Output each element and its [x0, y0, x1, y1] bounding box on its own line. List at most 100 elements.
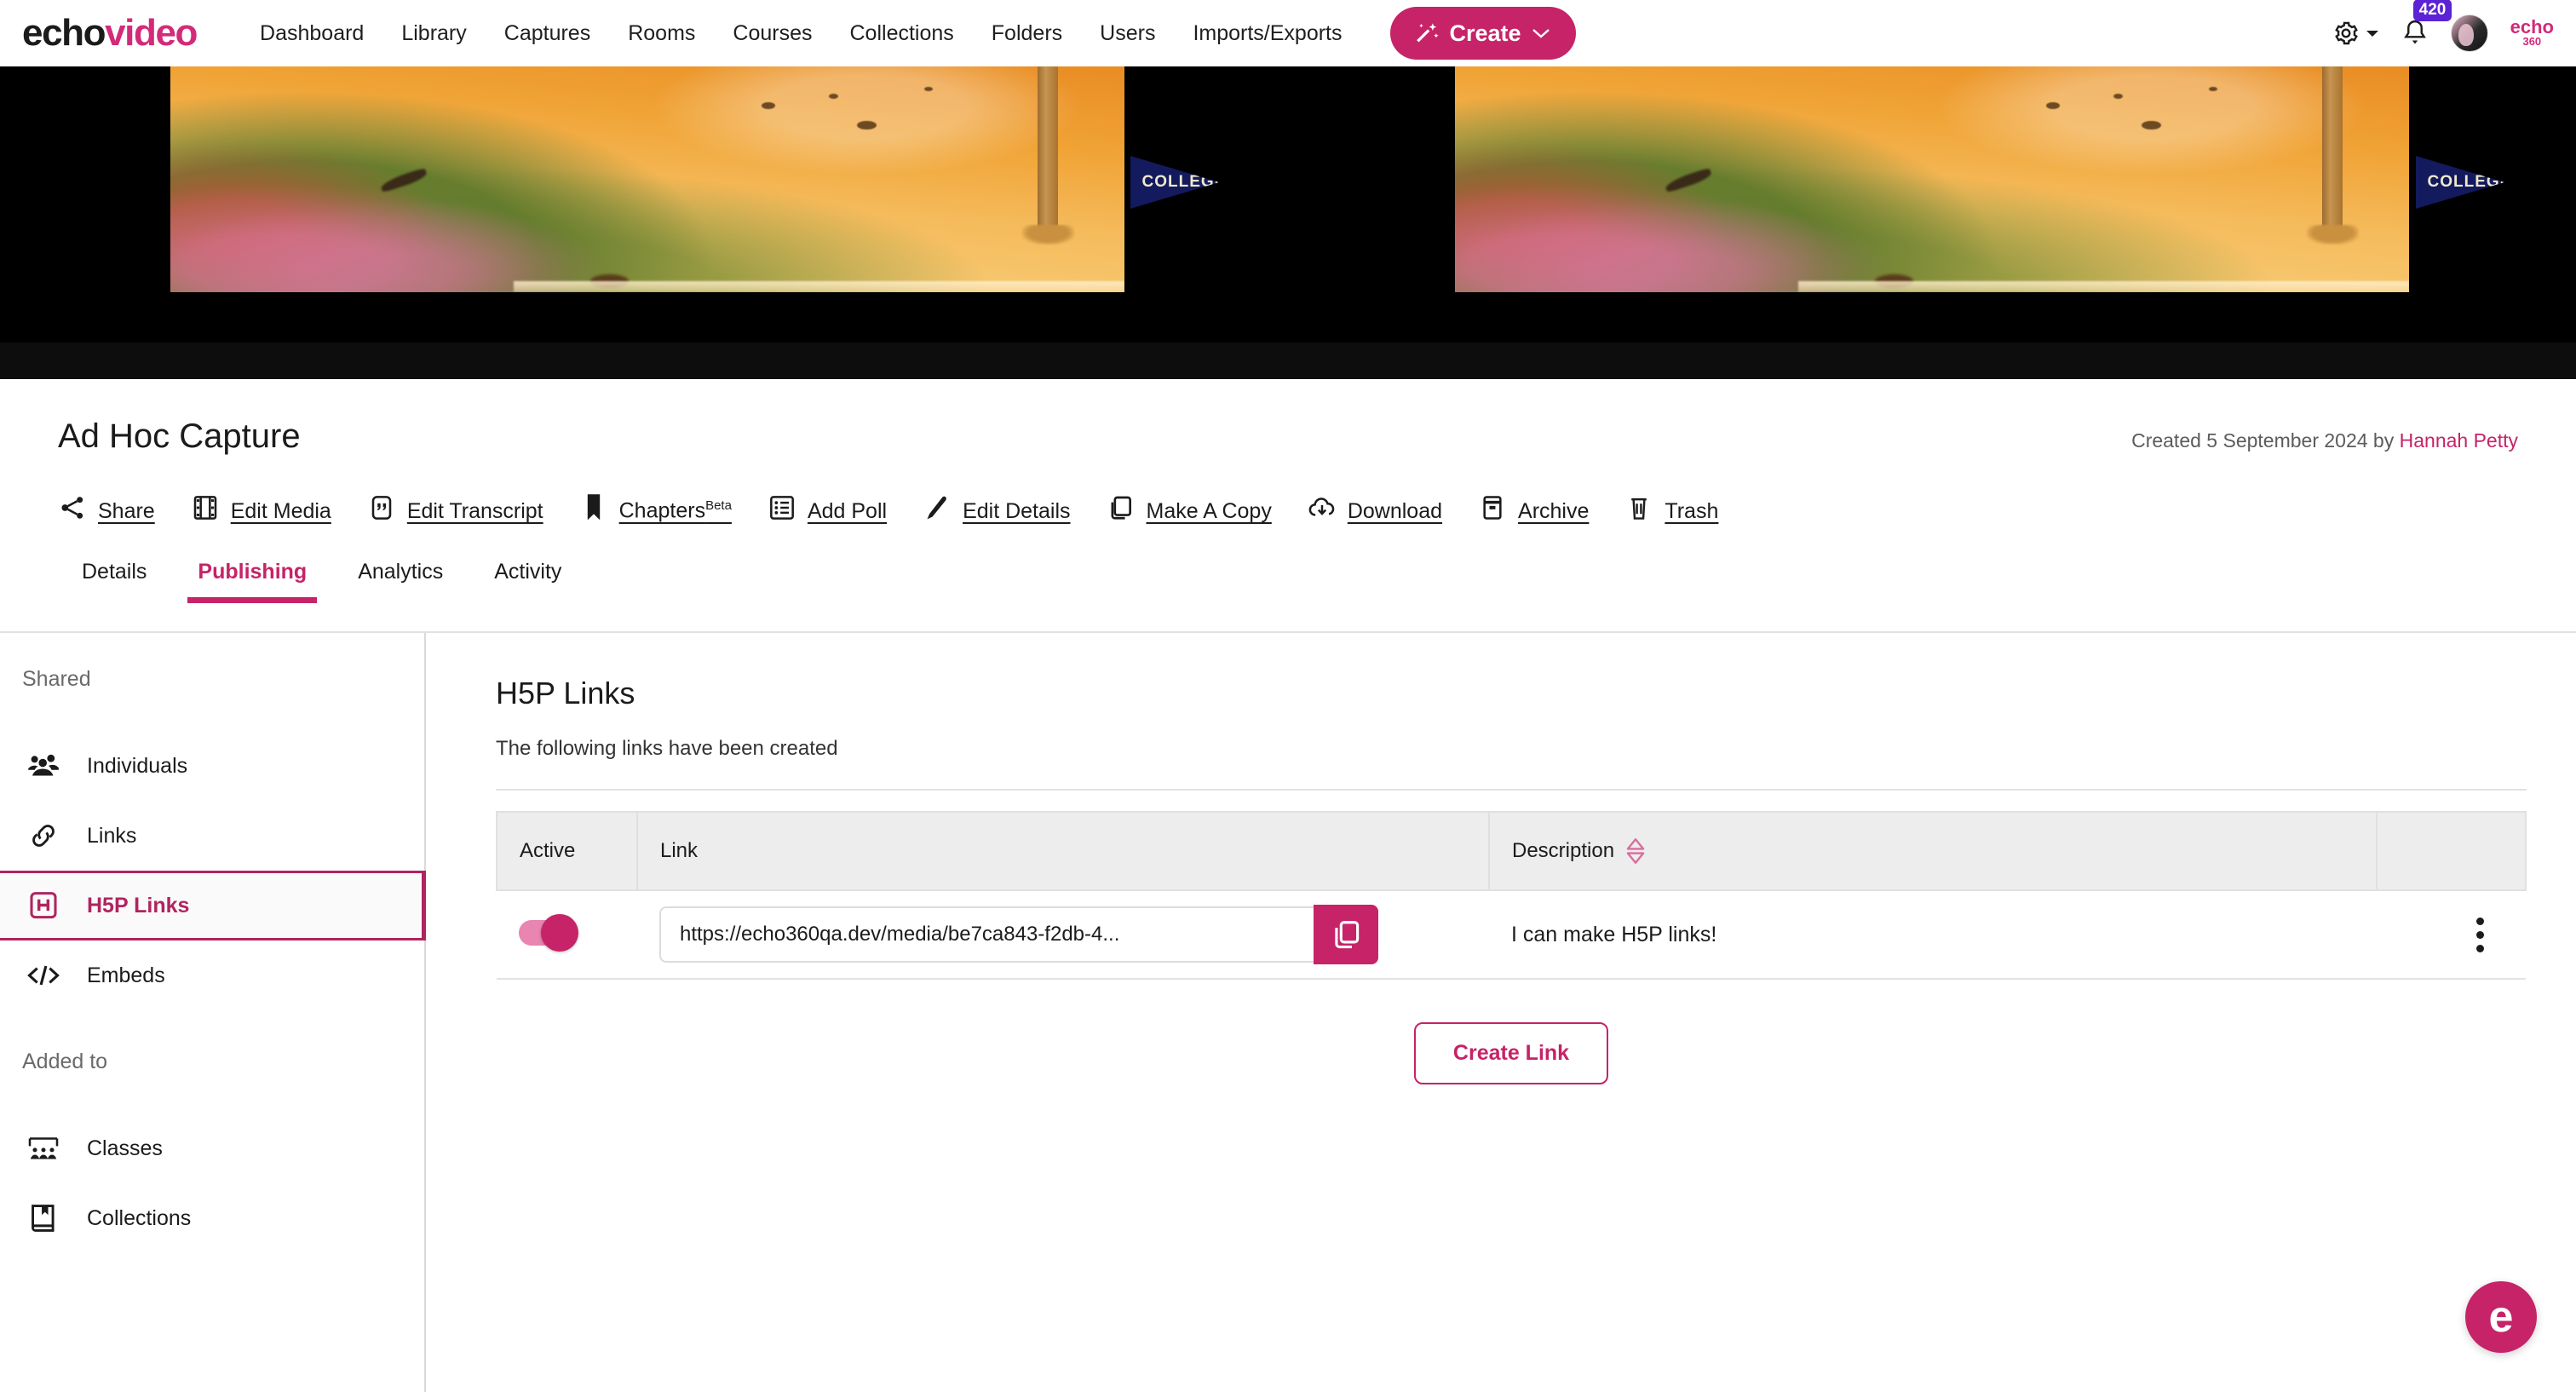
sidebar-item-classes[interactable]: Classes [0, 1113, 424, 1183]
create-link-button[interactable]: Create Link [1413, 1022, 1609, 1084]
column-header-link: Link [636, 811, 1490, 891]
nav-item-imports-exports[interactable]: Imports/Exports [1174, 21, 1360, 46]
pennant-shape-right: COLLEGE [2416, 156, 2504, 209]
create-button[interactable]: Create [1389, 7, 1576, 60]
action-archive[interactable]: Archive [1478, 493, 1589, 522]
sidebar-item-links-label: Links [87, 823, 137, 848]
echo360-brand-mark[interactable]: echo 360 [2510, 18, 2554, 48]
nav-item-users[interactable]: Users [1081, 21, 1174, 46]
link-input[interactable] [659, 906, 1315, 963]
video-speck-4-right [2208, 86, 2217, 92]
h5p-links-panel: H5P Links The following links have been … [426, 633, 2576, 1392]
action-trash[interactable]: Trash [1624, 493, 1718, 522]
trash-icon [1624, 493, 1653, 522]
action-chapters[interactable]: ChaptersBeta [579, 493, 732, 522]
table-row: I can make H5P links! [497, 890, 2526, 980]
nav-item-dashboard[interactable]: Dashboard [241, 21, 382, 46]
nav-item-library[interactable]: Library [382, 21, 485, 46]
table-header-row: Active Link Description [496, 811, 2527, 891]
sidebar-item-links[interactable]: Links [0, 801, 424, 871]
tab-details[interactable]: Details [58, 560, 172, 603]
action-add-poll[interactable]: Add Poll [768, 493, 887, 522]
media-detail-header: Ad Hoc Capture Created 5 September 2024 … [0, 379, 2576, 603]
sidebar-item-collections-label: Collections [87, 1205, 192, 1230]
action-make-a-copy[interactable]: Make A Copy [1107, 493, 1272, 522]
gear-icon [2332, 20, 2360, 47]
video-frame-right [1455, 66, 2409, 292]
action-archive-label: Archive [1518, 498, 1590, 523]
video-control-bar[interactable] [0, 342, 2576, 379]
action-download[interactable]: Download [1308, 493, 1442, 522]
action-edit-details-label: Edit Details [963, 498, 1071, 523]
table-head: Active Link Description [496, 811, 2527, 891]
video-speck-2-left [828, 93, 838, 100]
action-add-poll-label: Add Poll [807, 498, 888, 523]
sidebar-group-added-to-label: Added to [22, 1050, 108, 1073]
sidebar-item-collections[interactable]: Collections [0, 1183, 424, 1253]
bell-icon [2401, 18, 2429, 49]
action-chapters-beta-tag: Beta [705, 498, 732, 514]
sidebar-item-h5p-links[interactable]: H5P Links [0, 871, 426, 940]
created-prefix: Created 5 September 2024 by [2131, 429, 2400, 452]
h5p-links-table: Active Link Description https://echo360q… [496, 811, 2527, 980]
sidebar-item-individuals[interactable]: Individuals [0, 731, 424, 801]
pennant-label-right: COLLEGE [2427, 173, 2512, 191]
bookmark-icon [579, 493, 608, 522]
top-navigation-bar: echovideo Dashboard Library Captures Roo… [0, 0, 2576, 66]
notifications-button[interactable]: 420 [2401, 0, 2452, 49]
action-chapters-label: ChaptersBeta [619, 499, 732, 522]
pennant-left: COLLEGE [1130, 156, 1219, 209]
action-edit-media[interactable]: Edit Media [191, 493, 331, 522]
nav-item-captures[interactable]: Captures [486, 21, 609, 46]
people-icon [26, 752, 61, 779]
list-icon [768, 493, 796, 522]
nav-item-folders[interactable]: Folders [973, 21, 1081, 46]
settings-menu-button[interactable] [2332, 20, 2379, 47]
copy-icon [1330, 918, 1362, 951]
action-toolbar: Share Edit Media Edit Transcript Chapter… [0, 493, 2576, 522]
video-preview-region[interactable]: COLLEGE COLLEGE [0, 66, 2576, 379]
action-share[interactable]: Share [58, 493, 155, 522]
column-header-description[interactable]: Description [1488, 811, 2378, 891]
nav-item-courses[interactable]: Courses [714, 21, 831, 46]
h5p-links-subheading: The following links have been created [496, 737, 838, 760]
action-edit-details[interactable]: Edit Details [923, 493, 1071, 523]
user-avatar[interactable] [2450, 14, 2488, 52]
table-body: I can make H5P links! [497, 890, 2526, 980]
row-overflow-menu-button[interactable] [2456, 911, 2504, 958]
video-stream-right[interactable] [1455, 66, 2409, 292]
echovideo-logo[interactable]: echovideo [22, 14, 198, 52]
sidebar-group-shared-label: Shared [22, 667, 91, 691]
tab-activity[interactable]: Activity [469, 560, 587, 603]
video-ground-right [1798, 280, 2409, 292]
primary-nav-links: Dashboard Library Captures Rooms Courses… [241, 21, 1360, 46]
sidebar-item-embeds[interactable]: Embeds [0, 940, 424, 1010]
nav-item-collections[interactable]: Collections [831, 21, 973, 46]
active-toggle[interactable] [519, 913, 578, 952]
sparkle-icon [1416, 21, 1440, 45]
link-icon [26, 822, 61, 849]
video-speck-3-left [857, 120, 877, 130]
action-share-label: Share [98, 498, 155, 523]
create-link-row: Create Link [496, 1022, 2527, 1084]
video-speck-4-left [923, 86, 933, 92]
video-stream-left[interactable] [170, 66, 1124, 292]
support-chat-fab[interactable]: e [2465, 1281, 2537, 1353]
action-edit-transcript[interactable]: Edit Transcript [367, 493, 543, 522]
sidebar-item-embeds-label: Embeds [87, 963, 165, 987]
archive-icon [1478, 493, 1507, 522]
publishing-body: Shared Individuals Links H5P Links Embed… [0, 633, 2576, 1392]
action-edit-media-label: Edit Media [230, 498, 331, 523]
created-author-link[interactable]: Hannah Petty [2400, 429, 2518, 452]
column-header-description-inner: Description [1512, 837, 2354, 866]
active-toggle-knob [541, 913, 578, 952]
action-download-label: Download [1347, 498, 1443, 523]
sort-toggle-icon[interactable] [1624, 837, 1647, 866]
tab-publishing[interactable]: Publishing [172, 560, 332, 603]
nav-item-rooms[interactable]: Rooms [609, 21, 714, 46]
h5p-icon [26, 889, 61, 922]
quote-icon [367, 493, 396, 522]
tab-analytics[interactable]: Analytics [332, 560, 469, 603]
notification-badge: 420 [2412, 0, 2452, 21]
copy-link-button[interactable] [1314, 905, 1378, 964]
